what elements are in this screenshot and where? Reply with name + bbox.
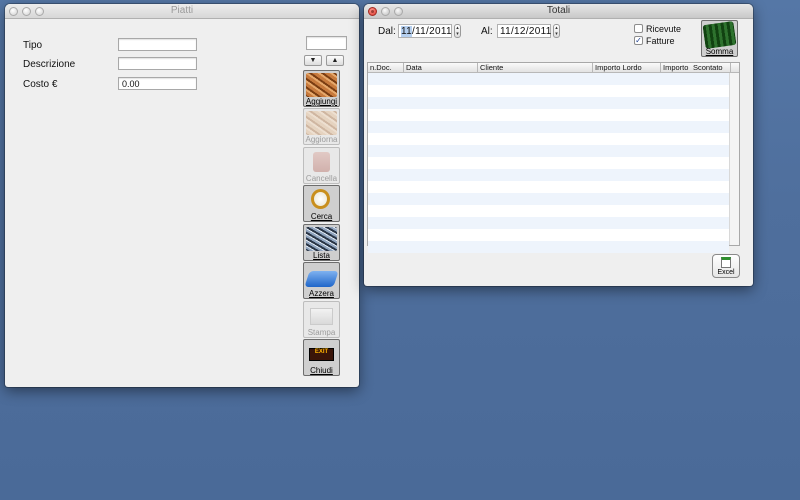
lista-label: Lista: [313, 251, 330, 260]
lista-button[interactable]: Lista: [303, 224, 340, 261]
previous-record-button[interactable]: ▲: [326, 55, 344, 66]
table-row[interactable]: [368, 229, 729, 241]
dal-date-field[interactable]: 11/11/2011: [398, 24, 452, 38]
aggiorna-label: Aggiorna: [305, 135, 338, 144]
table-row[interactable]: [368, 121, 729, 133]
stampa-label: Stampa: [307, 328, 336, 337]
arrow-down-icon: ▼: [309, 57, 317, 64]
aggiorna-button[interactable]: Aggiorna: [303, 108, 340, 145]
wood-planks-icon: [306, 73, 337, 97]
window-title: Piatti: [170, 5, 194, 16]
aggiungi-button[interactable]: Aggiungi: [303, 70, 340, 107]
trash-bin-icon: [313, 152, 330, 172]
dal-date-rest: /11/2011: [411, 26, 452, 37]
dal-date-stepper[interactable]: ▴ ▾: [454, 24, 461, 38]
window-title: Totali: [546, 5, 571, 16]
cerca-button[interactable]: Cerca: [303, 185, 340, 222]
al-label: Al:: [481, 26, 493, 37]
ricevute-label: Ricevute: [646, 24, 682, 34]
fatture-label: Fatture: [646, 36, 675, 46]
next-record-button[interactable]: ▼: [304, 55, 322, 66]
exit-sign-text: EXIT: [314, 349, 329, 355]
cancella-button[interactable]: Cancella: [303, 147, 340, 184]
totali-titlebar: Totali: [364, 4, 753, 19]
aggiungi-label: Aggiungi: [305, 97, 338, 106]
somma-label: Somma: [705, 47, 734, 56]
cerca-label: Cerca: [310, 212, 333, 221]
column-header-data[interactable]: Data: [404, 63, 478, 73]
dal-day-segment[interactable]: 11: [401, 26, 412, 37]
excel-label: Excel: [717, 269, 735, 276]
azzera-label: Azzera: [309, 289, 334, 298]
table-scrollbar[interactable]: [729, 73, 739, 245]
costo-label: Costo €: [23, 79, 58, 90]
table-row[interactable]: [368, 109, 729, 121]
column-header-importo-lordo[interactable]: Importo Lordo: [593, 63, 661, 73]
table-row[interactable]: [368, 241, 729, 253]
table-row[interactable]: [368, 217, 729, 229]
table-row[interactable]: [368, 205, 729, 217]
exit-sign-icon: EXIT: [309, 348, 334, 361]
table-row[interactable]: [368, 181, 729, 193]
eraser-icon: [304, 271, 339, 287]
tipo-field[interactable]: [118, 38, 197, 51]
tipo-label: Tipo: [23, 40, 43, 51]
excel-button[interactable]: Excel: [712, 254, 740, 278]
column-header-scontato[interactable]: Scontato: [691, 63, 731, 73]
table-row[interactable]: [368, 193, 729, 205]
record-field[interactable]: [306, 36, 347, 50]
al-date-stepper[interactable]: ▴ ▾: [553, 24, 560, 38]
fatture-checkbox[interactable]: ✓: [634, 36, 643, 45]
chiudi-button[interactable]: EXIT Chiudi: [303, 339, 340, 376]
descrizione-field[interactable]: [118, 57, 197, 70]
table-row[interactable]: [368, 85, 729, 97]
chiudi-label: Chiudi: [310, 366, 333, 375]
magnifier-icon: [311, 189, 330, 209]
printer-icon: [310, 308, 333, 325]
table-row[interactable]: [368, 73, 729, 85]
al-date-field[interactable]: 11/12/2011: [497, 24, 551, 38]
ricevute-checkbox[interactable]: [634, 24, 643, 33]
arrow-up-icon: ▲: [331, 57, 339, 64]
dal-label: Dal:: [378, 26, 396, 37]
table-row[interactable]: [368, 133, 729, 145]
table-row[interactable]: [368, 97, 729, 109]
azzera-button[interactable]: Azzera: [303, 262, 340, 299]
cancella-label: Cancella: [305, 174, 338, 183]
stampa-button[interactable]: Stampa: [303, 301, 340, 338]
excel-icon: [721, 257, 731, 268]
descrizione-label: Descrizione: [23, 59, 76, 70]
column-header-importo[interactable]: Importo: [661, 63, 691, 73]
somma-button[interactable]: Somma: [701, 20, 738, 57]
column-header-cliente[interactable]: Cliente: [478, 63, 593, 73]
costo-field[interactable]: 0.00: [118, 77, 197, 90]
column-header-ndoc[interactable]: n.Doc.: [368, 63, 404, 73]
table-row[interactable]: [368, 169, 729, 181]
table-row[interactable]: [368, 157, 729, 169]
planks-icon: [306, 111, 337, 135]
abacus-icon: [306, 227, 337, 251]
calculator-icon: [702, 21, 737, 50]
table-row[interactable]: [368, 145, 729, 157]
piatti-titlebar: Piatti: [5, 4, 359, 19]
totali-table[interactable]: n.Doc. Data Cliente Importo Lordo Import…: [367, 62, 740, 253]
table-header: n.Doc. Data Cliente Importo Lordo Import…: [368, 63, 739, 73]
